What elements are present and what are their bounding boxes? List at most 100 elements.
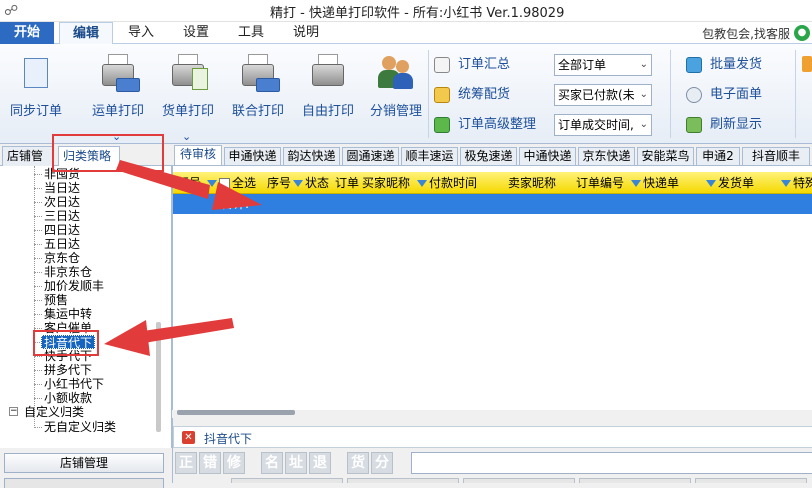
- collapse-icon[interactable]: −: [9, 407, 18, 416]
- tab-shop-management[interactable]: 店铺管理: [2, 146, 54, 181]
- col-ship-no[interactable]: 发货单: [706, 172, 754, 193]
- tab-courier[interactable]: 圆通速递: [342, 147, 399, 165]
- bottom-tab[interactable]: [579, 478, 691, 483]
- tree-item[interactable]: 当日达: [44, 181, 80, 195]
- col-order[interactable]: 订单: [335, 172, 359, 193]
- tree-item[interactable]: 加价发顺丰: [44, 279, 104, 293]
- menu-edit[interactable]: 编辑: [59, 22, 113, 45]
- tree-item[interactable]: 快手代下: [44, 349, 92, 363]
- sync-orders-icon: [14, 54, 58, 94]
- tree-item[interactable]: 京东仓: [44, 251, 80, 265]
- advanced-order-button[interactable]: 订单高级整理: [434, 114, 536, 136]
- tab-courier[interactable]: 中通快递: [519, 147, 576, 165]
- bottom-tab[interactable]: [231, 478, 343, 483]
- tree-item[interactable]: 小额收款: [44, 391, 92, 405]
- left-bottom-panel: 店铺管理: [0, 448, 172, 488]
- green-blocks-icon: [434, 116, 450, 133]
- sync-orders-button[interactable]: 同步订单: [6, 54, 66, 134]
- filter-icon[interactable]: [631, 180, 641, 187]
- chevron-down-icon[interactable]: ⌄: [182, 130, 191, 143]
- tree-item[interactable]: 无自定义归类: [44, 420, 116, 434]
- quick-filter-button[interactable]: 分: [371, 452, 393, 474]
- tab-courier[interactable]: 申通快递: [224, 147, 281, 165]
- tab-courier[interactable]: 极兔速递: [460, 147, 517, 165]
- quick-filter-button[interactable]: 修: [223, 452, 245, 474]
- tab-courier[interactable]: 安能菜鸟: [637, 147, 694, 165]
- order-filter-combo[interactable]: 全部订单 ⌄: [554, 54, 652, 76]
- tab-courier[interactable]: 抖音顺丰: [742, 147, 810, 165]
- select-all-checkbox[interactable]: [219, 178, 230, 189]
- more-icon[interactable]: [802, 56, 812, 72]
- chat-icon[interactable]: ●: [794, 25, 810, 41]
- tree-item[interactable]: 五日达: [44, 237, 80, 251]
- tree-item[interactable]: 小红书代下: [44, 377, 104, 391]
- col-row-no[interactable]: 行号: [177, 172, 201, 193]
- allocation-button[interactable]: 统筹配货: [434, 84, 510, 106]
- bottom-tab[interactable]: [463, 478, 575, 483]
- tree-item[interactable]: 预售: [44, 293, 68, 307]
- invoice-print-button[interactable]: 货单打印 ⌄: [158, 54, 218, 143]
- quick-filter-button[interactable]: 货: [347, 452, 369, 474]
- customer-service-link[interactable]: 包教包会,找客服: [702, 25, 790, 42]
- tree-item[interactable]: 集运中转: [44, 307, 92, 321]
- horizontal-scrollbar[interactable]: [177, 410, 295, 415]
- payment-status-combo[interactable]: 买家已付款(未 ⌄: [554, 84, 652, 106]
- menu-import[interactable]: 导入: [128, 22, 154, 44]
- order-summary-button[interactable]: 订单汇总: [434, 54, 510, 76]
- col-status[interactable]: 状态: [293, 172, 329, 193]
- tree-item[interactable]: 拼多代下: [44, 363, 92, 377]
- tab-courier[interactable]: 顺丰速运: [401, 147, 458, 165]
- col-order-no[interactable]: 订单编号: [576, 172, 624, 193]
- filter-icon[interactable]: [781, 180, 791, 187]
- app-logo-icon: ☍: [4, 3, 19, 19]
- close-icon[interactable]: ✕: [182, 431, 195, 444]
- sort-combo[interactable]: 订单成交时间, ⌄: [554, 114, 652, 136]
- col-pay-time[interactable]: 付款时间: [417, 172, 477, 193]
- menu-settings[interactable]: 设置: [183, 22, 209, 44]
- bottom-tab[interactable]: [695, 478, 807, 483]
- tree-item[interactable]: 非京东仓: [44, 265, 92, 279]
- shop-management-button[interactable]: 店铺管理: [4, 453, 164, 473]
- tab-pending-review[interactable]: 待审核: [174, 145, 222, 165]
- filter-icon[interactable]: [417, 180, 427, 187]
- quick-search-input[interactable]: [411, 452, 812, 474]
- col-seq[interactable]: 序号: [267, 172, 291, 193]
- menu-help[interactable]: 说明: [293, 22, 319, 44]
- filter-icon[interactable]: [706, 180, 716, 187]
- vertical-scrollbar[interactable]: [156, 322, 161, 432]
- col-special[interactable]: 特殊: [781, 172, 812, 193]
- tab-courier[interactable]: 申通2: [696, 147, 740, 165]
- tree-item[interactable]: 次日达: [44, 195, 80, 209]
- quick-filter-button[interactable]: 退: [309, 452, 331, 474]
- bottom-tab[interactable]: [347, 478, 459, 483]
- menu-tools[interactable]: 工具: [238, 22, 264, 44]
- tree-item[interactable]: 三日达: [44, 209, 80, 223]
- quick-filter-button[interactable]: 名: [261, 452, 283, 474]
- clipboard-icon: [434, 56, 450, 73]
- distribution-manage-button[interactable]: 分销管理: [366, 54, 426, 134]
- col-express-no[interactable]: 快递单: [631, 172, 679, 193]
- col-select-all[interactable]: 全选: [207, 172, 256, 193]
- batch-ship-button[interactable]: 批量发货: [686, 54, 762, 76]
- refresh-button[interactable]: 刷新显示: [686, 114, 762, 136]
- next-section-tab[interactable]: [4, 478, 164, 488]
- quick-filter-button[interactable]: 错: [199, 452, 221, 474]
- col-buyer-nick[interactable]: 买家昵称: [362, 172, 410, 193]
- quick-filter-button[interactable]: 正: [175, 452, 197, 474]
- free-print-button[interactable]: 自由打印: [298, 54, 358, 134]
- e-waybill-button[interactable]: 电子面单: [686, 84, 762, 106]
- filter-panel: ✕ 抖音代下 正 错 修 名 址 退 货 分: [172, 418, 812, 483]
- col-seller-nick[interactable]: 卖家昵称: [508, 172, 556, 193]
- tab-courier[interactable]: 韵达快递: [283, 147, 340, 165]
- menu-start[interactable]: 开始: [0, 22, 54, 44]
- tree-item[interactable]: 客户催单: [44, 321, 92, 335]
- quick-filter-button[interactable]: 址: [285, 452, 307, 474]
- tree-item[interactable]: 四日达: [44, 223, 80, 237]
- filter-icon[interactable]: [293, 180, 303, 187]
- tree-item-selected[interactable]: 抖音代下: [41, 335, 95, 350]
- tab-courier[interactable]: 京东快递: [578, 147, 635, 165]
- tree-group-custom[interactable]: 自定义归类: [24, 405, 84, 419]
- waybill-print-button[interactable]: 运单打印 ⌄: [88, 54, 148, 143]
- filter-icon[interactable]: [207, 180, 217, 187]
- combined-print-button[interactable]: 联合打印: [228, 54, 288, 134]
